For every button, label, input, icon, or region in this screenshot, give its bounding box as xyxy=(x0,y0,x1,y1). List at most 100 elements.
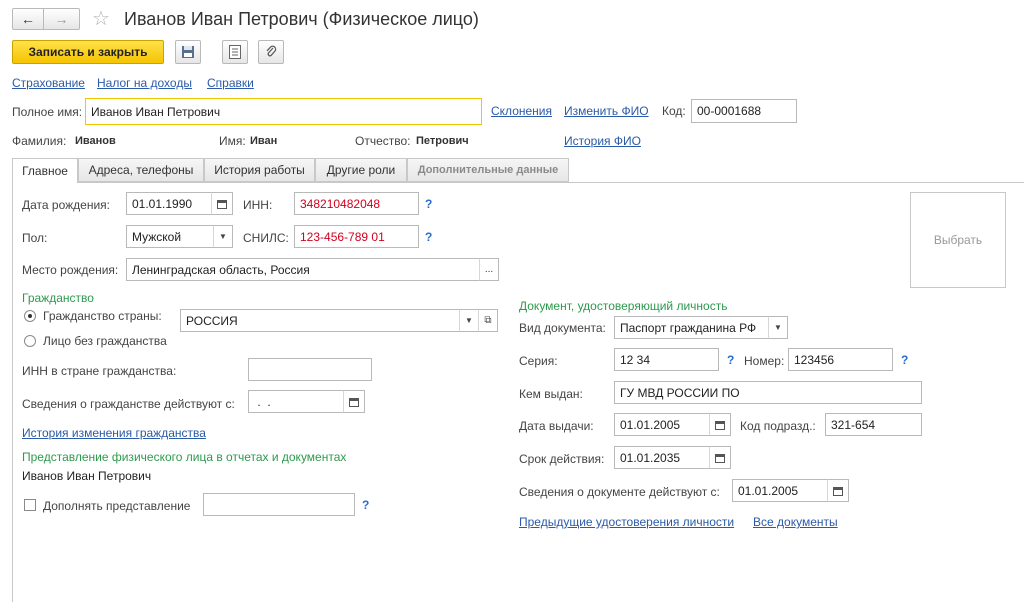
supplement-help-icon[interactable]: ? xyxy=(362,498,369,512)
document-list-button[interactable] xyxy=(222,40,248,64)
doc-type-dropdown-button[interactable]: ▼ xyxy=(768,316,788,339)
dept-code-input[interactable] xyxy=(825,413,922,436)
snils-help-icon[interactable]: ? xyxy=(425,230,432,244)
tab-additional-data[interactable]: Дополнительные данные xyxy=(407,158,569,182)
citizenship-country-label: Гражданство страны: xyxy=(43,309,162,323)
number-input[interactable] xyxy=(788,348,893,371)
issue-date-label: Дата выдачи: xyxy=(519,419,594,433)
first-name-value: Иван xyxy=(250,135,278,147)
stateless-radio[interactable] xyxy=(24,335,36,347)
tab-addresses[interactable]: Адреса, телефоны xyxy=(78,158,204,182)
valid-until-input[interactable] xyxy=(614,446,710,469)
full-name-input[interactable] xyxy=(85,98,482,125)
citizenship-history-link[interactable]: История изменения гражданства xyxy=(22,426,206,440)
tab-main[interactable]: Главное xyxy=(12,158,78,183)
series-help-icon[interactable]: ? xyxy=(727,353,734,367)
citizenship-valid-from-label: Сведения о гражданстве действуют с: xyxy=(22,397,235,411)
name-history-link[interactable]: История ФИО xyxy=(564,134,641,148)
doc-type-select[interactable] xyxy=(614,316,770,339)
representation-value: Иванов Иван Петрович xyxy=(22,469,152,483)
chevron-down-icon: ▼ xyxy=(774,323,782,332)
snils-input[interactable] xyxy=(294,225,419,248)
attach-button[interactable] xyxy=(258,40,284,64)
foreign-inn-input[interactable] xyxy=(248,358,372,381)
citizenship-calendar-button[interactable] xyxy=(343,390,365,413)
link-income-tax[interactable]: Налог на доходы xyxy=(97,76,192,90)
tab-active-cover xyxy=(13,181,77,184)
forward-button[interactable]: → xyxy=(44,8,80,30)
citizenship-valid-from-input[interactable] xyxy=(248,390,344,413)
tab-other-roles[interactable]: Другие роли xyxy=(315,158,407,182)
inn-help-icon[interactable]: ? xyxy=(425,197,432,211)
dept-code-label: Код подразд.: xyxy=(740,419,816,433)
calendar-icon xyxy=(715,453,725,463)
link-references[interactable]: Справки xyxy=(207,76,254,90)
arrow-right-icon: → xyxy=(54,11,69,27)
doc-info-from-label: Сведения о документе действуют с: xyxy=(519,485,720,499)
code-label: Код: xyxy=(662,104,686,118)
birthplace-select-button[interactable]: ... xyxy=(479,258,499,281)
number-help-icon[interactable]: ? xyxy=(901,353,908,367)
all-documents-link[interactable]: Все документы xyxy=(753,515,838,529)
window-title: Иванов Иван Петрович (Физическое лицо) xyxy=(124,9,479,29)
doc-info-from-input[interactable] xyxy=(732,479,828,502)
full-name-label: Полное имя: xyxy=(12,105,83,119)
supplement-checkbox[interactable] xyxy=(24,499,36,511)
previous-ids-link[interactable]: Предыдущие удостоверения личности xyxy=(519,515,734,529)
citizenship-dropdown-button[interactable]: ▼ xyxy=(459,309,479,332)
sex-select[interactable] xyxy=(126,225,214,248)
photo-select-label: Выбрать xyxy=(933,233,983,247)
issued-by-input[interactable] xyxy=(614,381,922,404)
star-icon[interactable]: ☆ xyxy=(92,6,110,31)
citizenship-section-title: Гражданство xyxy=(22,291,94,305)
last-name-label: Фамилия: xyxy=(12,134,67,148)
middle-name-label: Отчество: xyxy=(355,134,411,148)
save-and-close-button[interactable]: Записать и закрыть xyxy=(12,40,164,64)
document-section-title: Документ, удостоверяющий личность xyxy=(519,299,728,313)
supplement-input[interactable] xyxy=(203,493,355,516)
doc-info-calendar-button[interactable] xyxy=(827,479,849,502)
floppy-icon xyxy=(182,46,194,58)
tab-work-history[interactable]: История работы xyxy=(204,158,315,182)
save-button[interactable] xyxy=(175,40,201,64)
foreign-inn-label: ИНН в стране гражданства: xyxy=(22,364,177,378)
issue-date-input[interactable] xyxy=(614,413,710,436)
citizenship-country-radio[interactable] xyxy=(24,310,36,322)
birth-date-calendar-button[interactable] xyxy=(211,192,233,215)
code-input[interactable] xyxy=(691,99,797,123)
series-input[interactable] xyxy=(614,348,719,371)
list-document-icon xyxy=(229,45,241,59)
doc-type-label: Вид документа: xyxy=(519,321,606,335)
paperclip-icon xyxy=(266,45,277,57)
citizenship-open-button[interactable]: ⧉ xyxy=(478,309,498,332)
series-label: Серия: xyxy=(519,354,558,368)
chevron-down-icon: ▼ xyxy=(219,232,227,241)
inn-input[interactable] xyxy=(294,192,419,215)
birth-date-label: Дата рождения: xyxy=(22,198,110,212)
back-button[interactable]: ← xyxy=(12,8,44,30)
issued-by-label: Кем выдан: xyxy=(519,387,583,401)
calendar-icon xyxy=(833,486,843,496)
stateless-label: Лицо без гражданства xyxy=(43,334,167,348)
declensions-link[interactable]: Склонения xyxy=(491,104,552,118)
birth-date-input[interactable] xyxy=(126,192,212,215)
issue-date-calendar-button[interactable] xyxy=(709,413,731,436)
change-name-link[interactable]: Изменить ФИО xyxy=(564,104,649,118)
representation-section-title: Представление физического лица в отчетах… xyxy=(22,450,347,464)
arrow-left-icon: ← xyxy=(21,11,35,27)
calendar-icon xyxy=(715,420,725,430)
first-name-label: Имя: xyxy=(219,134,246,148)
link-insurance[interactable]: Страхование xyxy=(12,76,85,90)
valid-until-label: Срок действия: xyxy=(519,452,605,466)
chevron-down-icon: ▼ xyxy=(465,316,473,325)
last-name-value: Иванов xyxy=(75,135,116,147)
valid-until-calendar-button[interactable] xyxy=(709,446,731,469)
photo-placeholder[interactable]: Выбрать xyxy=(910,192,1006,288)
citizenship-country-input[interactable] xyxy=(180,309,462,332)
inn-label: ИНН: xyxy=(243,198,273,212)
birthplace-label: Место рождения: xyxy=(22,263,119,277)
sex-dropdown-button[interactable]: ▼ xyxy=(213,225,233,248)
supplement-label: Дополнять представление xyxy=(43,499,191,513)
birthplace-input[interactable] xyxy=(126,258,480,281)
calendar-icon xyxy=(349,397,359,407)
